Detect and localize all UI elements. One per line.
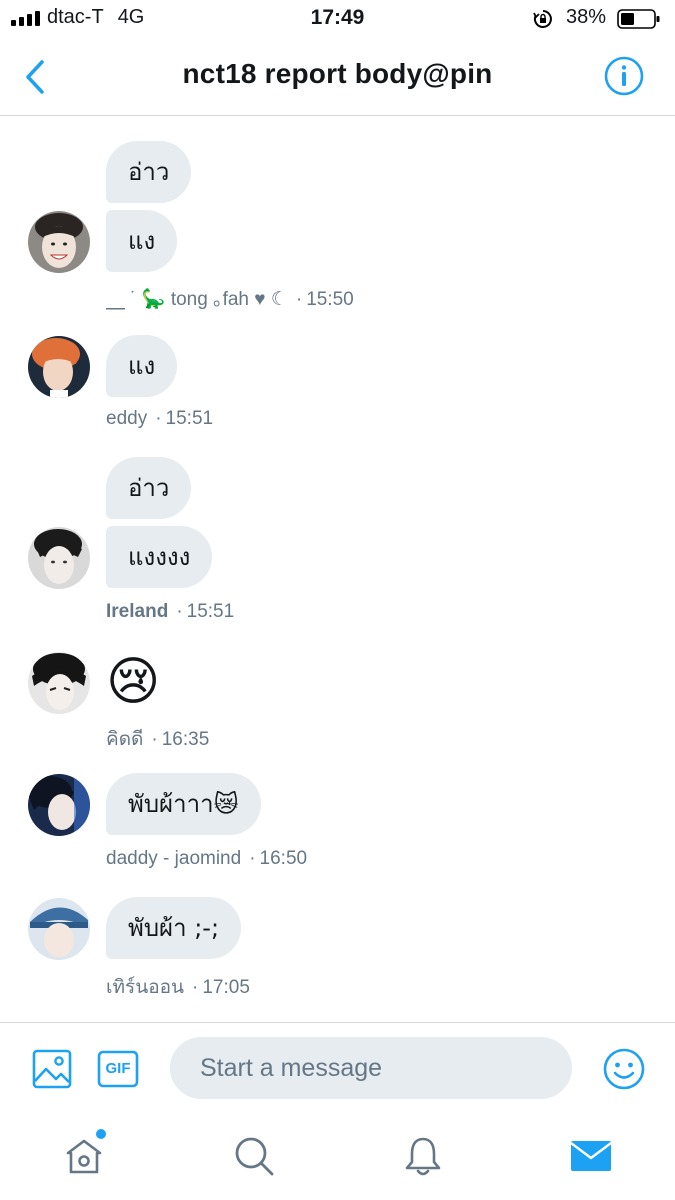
avatar[interactable] xyxy=(28,774,90,836)
tab-bar xyxy=(0,1114,675,1200)
message-list[interactable]: อ่าว แง ⎽ ˙ 🦕 tong ｡fah ♥ ☾ · 15:50 แง edd… xyxy=(0,117,675,1023)
message-meta: daddy - jaomind · 16:50 xyxy=(106,848,308,869)
sender-name[interactable]: ⎽ ˙ 🦕 tong ｡fah ♥ ☾ xyxy=(106,289,288,310)
message-bubble[interactable]: แงงงง xyxy=(106,526,213,588)
gif-button[interactable]: GIF xyxy=(97,1050,139,1088)
info-icon[interactable] xyxy=(603,55,645,97)
message-meta: ⎽ ˙ 🦕 tong ｡fah ♥ ☾ · 15:50 xyxy=(106,289,354,310)
message-input[interactable] xyxy=(170,1037,572,1099)
sender-name[interactable]: เทิร์นออน xyxy=(106,977,184,998)
sender-name[interactable]: คิดดี xyxy=(106,729,143,750)
status-bar: dtac-T 4G 17:49 38% xyxy=(0,0,675,38)
conversation-header: nct18 report body@pin xyxy=(0,38,675,116)
rotation-lock-icon xyxy=(533,10,552,28)
message-bubble[interactable]: แง xyxy=(106,335,178,397)
unread-dot xyxy=(96,1129,106,1139)
message-bubble[interactable]: พับผ้า ;-; xyxy=(106,897,242,959)
avatar[interactable] xyxy=(28,898,90,960)
message-meta: คิดดี · 16:35 xyxy=(106,729,210,750)
chevron-left-icon[interactable] xyxy=(18,58,52,96)
avatar[interactable] xyxy=(28,527,90,589)
message-time: 15:51 xyxy=(186,601,235,622)
message-time: 15:50 xyxy=(306,289,354,310)
message-time: 16:50 xyxy=(259,848,308,869)
image-icon[interactable] xyxy=(32,1049,72,1089)
avatar[interactable] xyxy=(28,336,90,398)
sender-name[interactable]: daddy - jaomind xyxy=(106,848,241,869)
conversation-title[interactable]: nct18 report body@pin xyxy=(80,58,595,90)
message-meta: เทิร์นออน · 17:05 xyxy=(106,977,250,998)
battery-icon xyxy=(617,9,660,29)
message-time: 16:35 xyxy=(161,729,210,750)
home-icon[interactable] xyxy=(62,1134,106,1178)
message-time: 15:51 xyxy=(165,408,214,429)
mail-icon[interactable] xyxy=(569,1134,613,1178)
message-bubble[interactable]: 😢 xyxy=(106,651,160,713)
message-bubble[interactable]: อ่าว xyxy=(106,457,192,519)
message-meta: eddy · 15:51 xyxy=(106,408,214,429)
message-meta: Ireland · 15:51 xyxy=(106,601,235,622)
sender-name[interactable]: eddy xyxy=(106,408,147,429)
search-icon[interactable] xyxy=(232,1134,276,1178)
message-bubble[interactable]: พับผ้าาา😿 xyxy=(106,773,261,835)
battery-percent: 38% xyxy=(566,6,607,28)
sender-name[interactable]: Ireland xyxy=(106,601,168,622)
gif-label: GIF xyxy=(105,1060,131,1077)
message-time: 17:05 xyxy=(202,977,250,998)
avatar[interactable] xyxy=(28,652,90,714)
avatar[interactable] xyxy=(28,211,90,273)
message-composer: GIF xyxy=(0,1022,675,1114)
bell-icon[interactable] xyxy=(401,1134,445,1178)
message-bubble[interactable]: อ่าว xyxy=(106,141,192,203)
message-bubble[interactable]: แง xyxy=(106,210,178,272)
smiley-icon[interactable] xyxy=(602,1047,646,1091)
